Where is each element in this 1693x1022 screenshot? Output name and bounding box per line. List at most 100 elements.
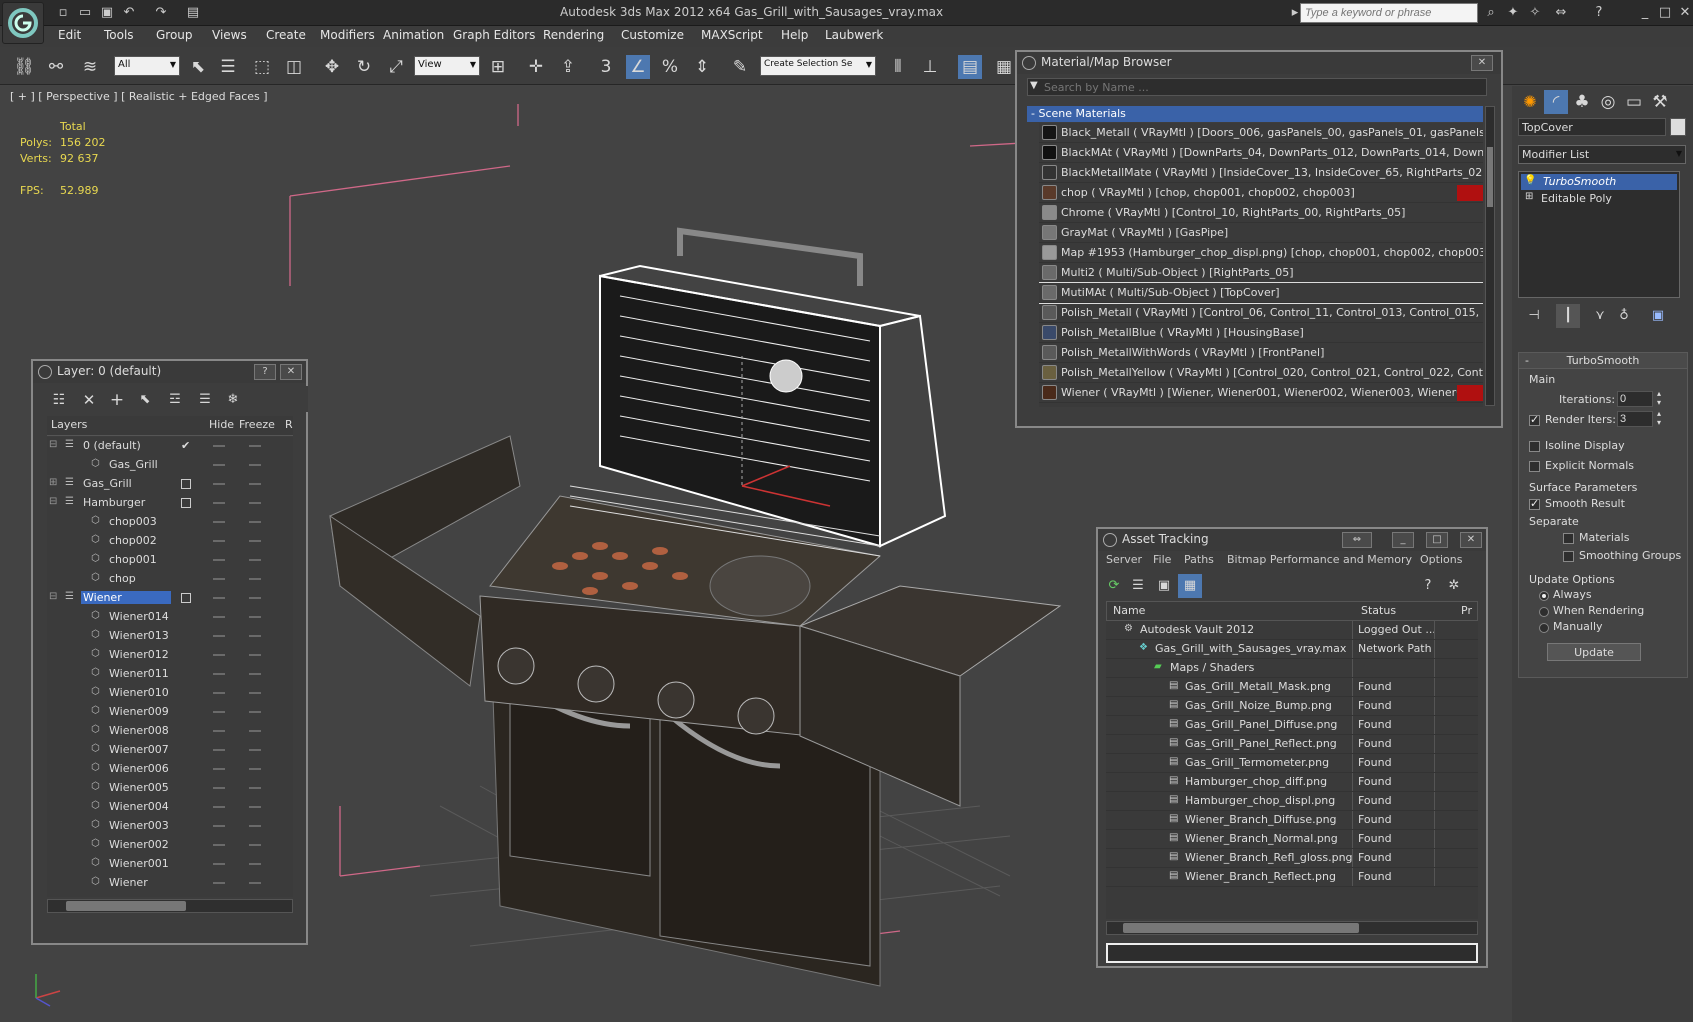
create-tab-icon[interactable]: ✺	[1518, 90, 1542, 114]
layer-name[interactable]: Hamburger	[81, 496, 147, 509]
hide-toggle[interactable]	[213, 464, 225, 466]
iterations-spinner[interactable]	[1617, 391, 1653, 407]
layer-row[interactable]: ⬡ Wiener007	[47, 741, 293, 760]
hide-toggle[interactable]	[213, 635, 225, 637]
display-tab-icon[interactable]: ▭	[1622, 90, 1646, 114]
hide-toggle[interactable]	[213, 616, 225, 618]
asset-row[interactable]: ▤ Wiener_Branch_Diffuse.png Found	[1106, 811, 1478, 830]
layer-name[interactable]: chop001	[107, 553, 159, 566]
freeze-toggle[interactable]	[249, 787, 261, 789]
asset-row[interactable]: ▤ Wiener_Branch_Reflect.png Found	[1106, 868, 1478, 887]
asset-hscrollbar[interactable]	[1106, 921, 1478, 935]
material-item[interactable]: Polish_MetallWithWords ( VRayMtl ) [Fron…	[1039, 343, 1483, 363]
undo-icon[interactable]: ↶	[120, 4, 138, 22]
hide-toggle[interactable]	[213, 540, 225, 542]
asset-scroll-thumb[interactable]	[1123, 923, 1359, 933]
freeze-toggle[interactable]	[249, 806, 261, 808]
smooth-result-checkbox[interactable]	[1529, 497, 1540, 510]
layer-name[interactable]: Gas_Grill	[81, 477, 134, 490]
select-highlighted-icon[interactable]: ⬉	[133, 388, 157, 412]
modifier-list-dropdown[interactable]: Modifier List	[1518, 145, 1686, 164]
asset-settings-icon[interactable]: ✲	[1442, 574, 1466, 598]
pin-stack-icon[interactable]: ⊣	[1522, 304, 1546, 328]
hide-toggle[interactable]	[213, 521, 225, 523]
asset-menu-bitmap[interactable]: Bitmap Performance and Memory	[1227, 553, 1412, 566]
material-search-input[interactable]	[1044, 79, 1484, 95]
asset-row[interactable]: ▰ Maps / Shaders	[1106, 659, 1478, 678]
hide-toggle[interactable]	[213, 787, 225, 789]
freeze-toggle[interactable]	[249, 464, 261, 466]
add-to-layer-icon[interactable]: +	[105, 388, 129, 412]
freeze-toggle[interactable]	[249, 825, 261, 827]
update-button[interactable]: Update	[1547, 643, 1641, 661]
material-item[interactable]: Map #1953 (Hamburger_chop_displ.png) [ch…	[1039, 243, 1483, 263]
freeze-toggle[interactable]	[249, 616, 261, 618]
make-unique-icon[interactable]: ⋎	[1588, 304, 1612, 328]
communication-icon[interactable]: ✧	[1526, 4, 1544, 22]
select-object-icon[interactable]: ⬉	[186, 55, 210, 79]
layer-name[interactable]: Wiener009	[107, 705, 171, 718]
freeze-toggle[interactable]	[249, 445, 261, 447]
asset-menu-paths[interactable]: Paths	[1184, 553, 1214, 566]
material-item[interactable]: chop ( VRayMtl ) [chop, chop001, chop002…	[1039, 183, 1483, 203]
asset-close-button[interactable]: ✕	[1460, 532, 1482, 548]
save-file-icon[interactable]: ▣	[98, 4, 116, 22]
layer-row[interactable]: ⬡ Wiener004	[47, 798, 293, 817]
asset-row[interactable]: ▤ Wiener_Branch_Normal.png Found	[1106, 830, 1478, 849]
stack-item-turbosmooth[interactable]: 💡 TurboSmooth	[1521, 174, 1677, 190]
material-item[interactable]: Wiener ( VRayMtl ) [Wiener, Wiener001, W…	[1039, 383, 1483, 403]
freeze-toggle[interactable]	[249, 635, 261, 637]
layer-row[interactable]: ⊟ ☰ Wiener	[47, 589, 293, 608]
layer-name[interactable]: Wiener004	[107, 800, 171, 813]
make-current-box-icon[interactable]	[181, 479, 191, 489]
hide-toggle[interactable]	[213, 578, 225, 580]
render-iters-checkbox[interactable]	[1529, 413, 1540, 426]
asset-minimize-button[interactable]: _	[1392, 532, 1414, 548]
col-hide-header[interactable]: Hide	[209, 418, 234, 431]
hide-toggle[interactable]	[213, 597, 225, 599]
freeze-toggle[interactable]	[249, 540, 261, 542]
freeze-toggle[interactable]	[249, 502, 261, 504]
freeze-toggle[interactable]	[249, 863, 261, 865]
always-radio[interactable]	[1539, 591, 1549, 601]
freeze-toggle[interactable]	[249, 673, 261, 675]
asset-maximize-button[interactable]: □	[1426, 532, 1448, 548]
freeze-toggle[interactable]	[249, 711, 261, 713]
utilities-tab-icon[interactable]: ⚒	[1648, 90, 1672, 114]
layer-name[interactable]: Wiener005	[107, 781, 171, 794]
layer-name[interactable]: Wiener002	[107, 838, 171, 851]
collapse-icon[interactable]: ⊟	[49, 591, 57, 602]
asset-tracking-titlebar[interactable]: Asset Tracking ⇔ _ □ ✕	[1098, 529, 1486, 551]
show-end-result-icon[interactable]: ┃	[1556, 304, 1580, 328]
window-crossing-icon[interactable]: ◫	[282, 55, 306, 79]
scene-materials-group[interactable]: - Scene Materials	[1027, 106, 1483, 122]
material-item[interactable]: MutiMAt ( Multi/Sub-Object ) [TopCover]	[1039, 282, 1483, 304]
layer-name[interactable]: Gas_Grill	[107, 458, 160, 471]
freeze-toggle[interactable]	[249, 882, 261, 884]
asset-help-icon[interactable]: ?	[1416, 574, 1440, 598]
modify-tab-icon[interactable]: ◜	[1544, 90, 1568, 114]
material-item[interactable]: Polish_Metall ( VRayMtl ) [Control_06, C…	[1039, 303, 1483, 323]
menu-help[interactable]: Help	[781, 28, 808, 42]
layer-row[interactable]: ⊟ ☰ Hamburger	[47, 494, 293, 513]
asset-row[interactable]: ❖ Gas_Grill_with_Sausages_vray.max Network…	[1106, 640, 1478, 659]
expand-icon[interactable]: ⊞	[49, 477, 57, 488]
close-icon[interactable]: ✕	[1676, 4, 1693, 22]
menu-modifiers[interactable]: Modifiers	[320, 28, 375, 42]
light-bulb-icon[interactable]: 💡	[1524, 175, 1536, 186]
angle-snap-icon[interactable]: ∠	[626, 55, 650, 79]
hide-toggle[interactable]	[213, 673, 225, 675]
menu-create[interactable]: Create	[266, 28, 306, 42]
layer-scroll-thumb[interactable]	[66, 901, 186, 911]
hide-toggle[interactable]	[213, 863, 225, 865]
list-view-icon[interactable]: ☰	[1126, 574, 1150, 598]
freeze-toggle[interactable]	[249, 578, 261, 580]
hide-toggle[interactable]	[213, 711, 225, 713]
collapse-icon[interactable]: ⊟	[49, 439, 57, 450]
asset-row[interactable]: ▤ Wiener_Branch_Refl_gloss.png Found	[1106, 849, 1478, 868]
col-status-header[interactable]: Status	[1361, 604, 1396, 617]
spinner-snap-icon[interactable]: ⇕	[690, 55, 714, 79]
layer-row[interactable]: ⬡ Wiener002	[47, 836, 293, 855]
layer-row[interactable]: ⬡ chop002	[47, 532, 293, 551]
graphite-tools-icon[interactable]: ▦	[992, 55, 1016, 79]
